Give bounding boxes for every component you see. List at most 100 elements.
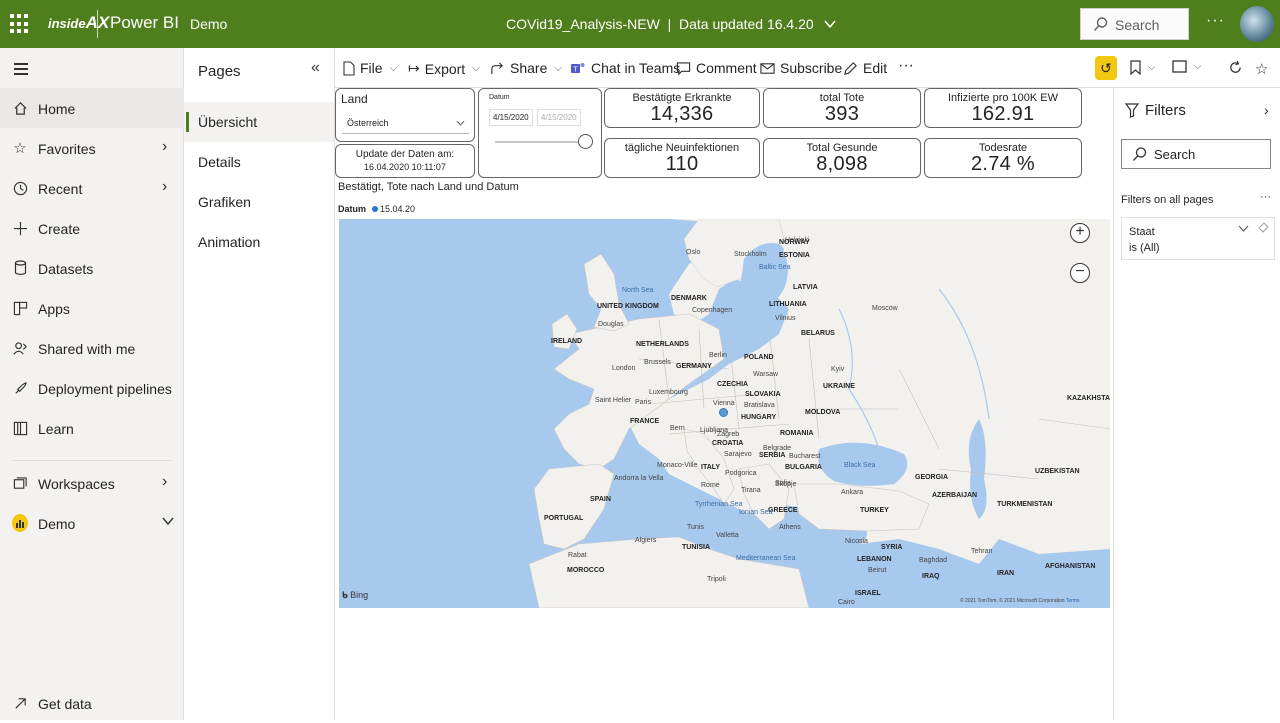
collapse-pages-icon[interactable]: «	[311, 59, 320, 77]
report-title-menu[interactable]: COVid19_Analysis-NEW | Data updated 16.4…	[506, 16, 836, 32]
global-search-input[interactable]: Search	[1080, 8, 1189, 40]
report-title: COVid19_Analysis-NEW	[506, 16, 660, 32]
file-menu-button[interactable]: File ⌵	[343, 60, 397, 76]
map-city-label: Algiers	[635, 537, 657, 544]
app-name[interactable]: Power BI	[110, 13, 179, 33]
nav-item-create[interactable]: Create	[0, 208, 184, 248]
page-tab-label: Übersicht	[198, 114, 258, 130]
nav-item-label: Home	[38, 101, 76, 117]
nav-item-label: Workspaces	[38, 476, 115, 492]
subscribe-button[interactable]: Subscribe	[760, 60, 842, 76]
title-separator: |	[663, 16, 676, 32]
filters-more-button[interactable]: ···	[1260, 191, 1271, 203]
map-city-label: Paris	[635, 399, 651, 406]
filters-search-input[interactable]: Search	[1121, 139, 1271, 169]
datum-slicer-label: Datum	[489, 94, 510, 101]
page-tab-animation[interactable]: Animation	[184, 222, 334, 262]
pages-title: Pages	[198, 63, 241, 80]
export-menu-button[interactable]: ↦ Export ⌵	[408, 60, 480, 77]
filter-card-staat[interactable]: Staat is (All)	[1121, 217, 1275, 260]
page-tab-label: Grafiken	[198, 194, 251, 210]
map-city-label: Valletta	[716, 532, 739, 539]
map-city-label: Andorra la Vella	[614, 475, 664, 482]
map-city-label: Ankara	[841, 489, 864, 496]
terms-link[interactable]: Terms	[1066, 598, 1080, 604]
edit-button[interactable]: Edit	[843, 60, 887, 76]
nav-item-workspaces[interactable]: Workspaces ›	[0, 463, 184, 503]
more-options-button[interactable]: ···	[1206, 12, 1225, 30]
comment-button[interactable]: Comment	[676, 60, 757, 76]
filters-title: Filters	[1145, 102, 1186, 119]
nav-item-home[interactable]: Home	[0, 88, 184, 128]
eraser-icon[interactable]	[1258, 222, 1269, 233]
search-placeholder: Search	[1115, 17, 1160, 33]
chat-in-teams-button[interactable]: T Chat in Teams	[570, 60, 680, 76]
page-tab-ubersicht[interactable]: Übersicht	[184, 102, 334, 142]
chevron-down-icon	[162, 513, 174, 531]
page-tab-details[interactable]: Details	[184, 142, 334, 182]
map-city-label: Athens	[779, 524, 801, 531]
chevron-down-icon[interactable]	[1238, 225, 1249, 233]
map-country-label: CROATIA	[712, 440, 744, 447]
land-dropdown[interactable]: Österreich	[342, 115, 469, 134]
date-to-input[interactable]: 4/15/2020	[537, 109, 581, 126]
nav-item-datasets[interactable]: Datasets	[0, 248, 184, 288]
chevron-right-icon: ›	[162, 473, 168, 490]
bing-map[interactable]: NORWAY ESTONIA LATVIA LITHUANIA DENMARK UNITE…	[339, 219, 1110, 608]
user-avatar[interactable]	[1240, 6, 1274, 42]
workspace-link[interactable]: Demo	[190, 16, 227, 32]
nav-item-label: Demo	[38, 516, 76, 532]
reset-undo-icon[interactable]: ↺	[1095, 56, 1117, 80]
filters-search-placeholder: Search	[1154, 147, 1196, 162]
nav-item-label: Get data	[38, 696, 92, 712]
view-frame-icon	[1172, 60, 1187, 73]
share-icon	[491, 61, 503, 74]
zoom-out-button[interactable]: −	[1070, 263, 1090, 283]
bookmark-button[interactable]: ⌵	[1130, 60, 1156, 75]
favorite-button[interactable]: ☆	[1255, 60, 1268, 78]
datum-slicer: Datum 4/15/2020 4/15/2020	[478, 88, 602, 178]
filters-pane: Filters › Search Filters on all pages ··…	[1113, 88, 1280, 720]
kpi-value: 2.74 %	[970, 153, 1036, 175]
refresh-button[interactable]	[1228, 60, 1243, 75]
nav-item-deployment-pipelines[interactable]: Deployment pipelines	[0, 368, 184, 408]
page-tab-grafiken[interactable]: Grafiken	[184, 182, 334, 222]
toolbar-more-button[interactable]: ···	[898, 57, 914, 75]
share-menu-button[interactable]: Share ⌵	[490, 60, 562, 76]
nav-item-recent[interactable]: Recent ›	[0, 168, 184, 208]
land-slicer-label: Land	[341, 92, 368, 106]
page-tab-label: Details	[198, 154, 241, 170]
map-country-label: IRAN	[997, 570, 1015, 577]
map-country-label: CZECHIA	[717, 381, 749, 388]
nav-item-demo-workspace[interactable]: Demo	[0, 503, 184, 543]
kpi-value: 110	[665, 153, 699, 175]
file-label: File	[360, 60, 383, 76]
chevron-down-icon: ⌵	[1148, 62, 1156, 73]
map-city-label: Warsaw	[753, 371, 779, 378]
map-country-label: GERMANY	[676, 363, 712, 370]
workspaces-icon	[12, 474, 28, 492]
map-city-label: Luxembourg	[649, 389, 688, 396]
map-city-label: Bern	[670, 425, 685, 432]
map-country-label: MOROCCO	[567, 567, 605, 574]
nav-item-apps[interactable]: Apps	[0, 288, 184, 328]
date-from-input[interactable]: 4/15/2020	[489, 109, 533, 126]
date-slider-track	[495, 141, 585, 143]
austria-data-bubble[interactable]	[719, 408, 728, 417]
zoom-in-button[interactable]: +	[1070, 223, 1090, 243]
search-icon	[1133, 147, 1147, 161]
map-country-label: SPAIN	[590, 496, 611, 503]
nav-item-learn[interactable]: Learn	[0, 408, 184, 448]
view-button[interactable]: ⌵	[1172, 60, 1202, 73]
filters-header: Filters	[1125, 102, 1186, 119]
date-slider-handle[interactable]	[578, 134, 593, 149]
data-updated-label: Data updated 16.4.20	[679, 16, 814, 32]
hamburger-menu-icon[interactable]	[14, 63, 28, 78]
nav-item-favorites[interactable]: ☆ Favorites ›	[0, 128, 184, 168]
nav-item-get-data[interactable]: Get data	[0, 683, 184, 723]
map-city-label: Nicosia	[845, 538, 868, 545]
app-launcher-icon[interactable]	[10, 14, 30, 34]
nav-item-shared-with-me[interactable]: Shared with me	[0, 328, 184, 368]
svg-text:T: T	[572, 65, 578, 73]
collapse-filters-icon[interactable]: ›	[1264, 102, 1269, 118]
